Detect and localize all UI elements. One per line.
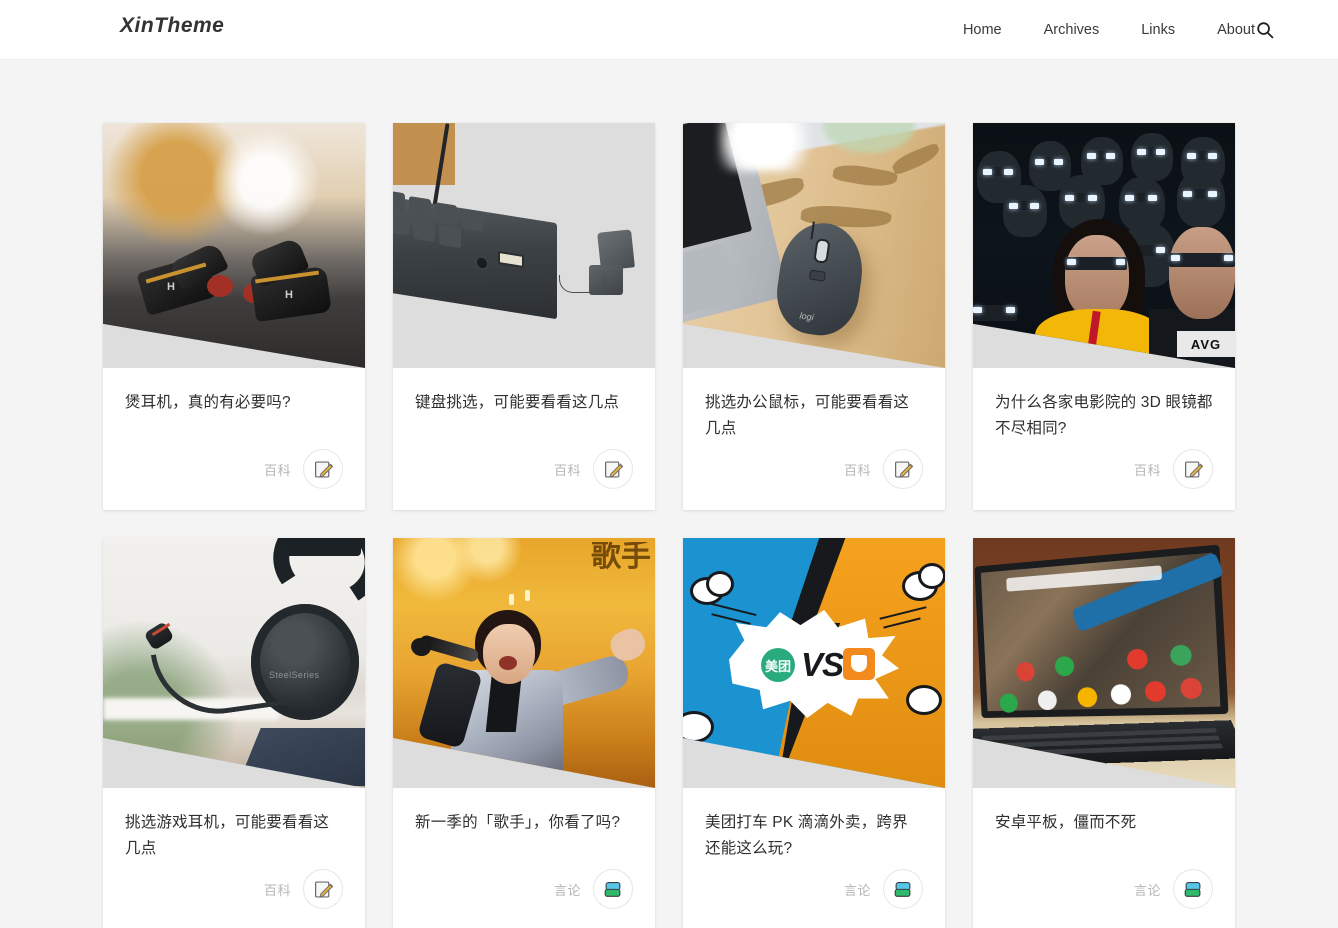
post-category[interactable]: 言论 — [554, 880, 581, 899]
post-card[interactable]: 美团 VS 美团打车 PK 滴滴外卖，跨界还能这么玩? 言论 — [683, 538, 945, 928]
main-content: H H 煲耳机，真的有必要吗? 百科 键盘挑选，可能要看看这几点 百科 logi… — [0, 60, 1338, 928]
post-category[interactable]: 言论 — [844, 880, 871, 899]
singer-stage-photo: 歌手 — [393, 538, 655, 788]
meituan-logo: 美团 — [761, 648, 795, 682]
cinema-audience-photo: AVG — [973, 123, 1235, 368]
android-tablet-photo — [973, 538, 1235, 788]
post-title[interactable]: 美团打车 PK 滴滴外卖，跨界还能这么玩? — [705, 810, 923, 862]
post-body: 美团打车 PK 滴滴外卖，跨界还能这么玩? — [683, 788, 945, 862]
post-body: 挑选游戏耳机，可能要看看这几点 — [103, 788, 365, 862]
speech-bubbles-icon[interactable] — [593, 869, 633, 909]
post-category[interactable]: 言论 — [1134, 880, 1161, 899]
vs-label: VS — [801, 646, 844, 683]
post-category[interactable]: 百科 — [1134, 460, 1161, 479]
post-thumbnail[interactable]: 歌手 — [393, 538, 655, 788]
post-body: 键盘挑选，可能要看看这几点 — [393, 368, 655, 442]
post-footer: 百科 — [683, 442, 945, 510]
post-thumbnail[interactable]: 美团 VS — [683, 538, 945, 788]
post-body: 煲耳机，真的有必要吗? — [103, 368, 365, 442]
post-thumbnail[interactable]: H H — [103, 123, 365, 368]
post-title[interactable]: 安卓平板，僵而不死 — [995, 810, 1213, 836]
post-category[interactable]: 百科 — [554, 460, 581, 479]
post-card[interactable]: AVG 为什么各家电影院的 3D 眼镜都不尽相同? 百科 — [973, 123, 1235, 510]
post-card[interactable]: logi 挑选办公鼠标，可能要看看这几点 百科 — [683, 123, 945, 510]
post-thumbnail[interactable] — [393, 123, 655, 368]
post-thumbnail[interactable]: AVG — [973, 123, 1235, 368]
post-body: 新一季的「歌手」，你看了吗? — [393, 788, 655, 862]
memo-icon[interactable] — [593, 449, 633, 489]
post-title[interactable]: 挑选办公鼠标，可能要看看这几点 — [705, 390, 923, 442]
post-body: 挑选办公鼠标，可能要看看这几点 — [683, 368, 945, 442]
post-grid: H H 煲耳机，真的有必要吗? 百科 键盘挑选，可能要看看这几点 百科 logi… — [103, 123, 1235, 928]
post-thumbnail[interactable]: logi — [683, 123, 945, 368]
memo-icon[interactable] — [303, 869, 343, 909]
post-footer: 百科 — [393, 442, 655, 510]
search-icon[interactable] — [1250, 15, 1280, 45]
post-footer: 言论 — [973, 862, 1235, 928]
memo-icon[interactable] — [1173, 449, 1213, 489]
post-body: 安卓平板，僵而不死 — [973, 788, 1235, 862]
post-footer: 百科 — [973, 442, 1235, 510]
site-logo[interactable]: XinTheme — [120, 14, 224, 38]
post-title[interactable]: 键盘挑选，可能要看看这几点 — [415, 390, 633, 416]
post-title[interactable]: 新一季的「歌手」，你看了吗? — [415, 810, 633, 836]
post-card[interactable]: H H 煲耳机，真的有必要吗? 百科 — [103, 123, 365, 510]
post-thumbnail[interactable]: SteelSeries — [103, 538, 365, 788]
post-footer: 言论 — [683, 862, 945, 928]
post-title[interactable]: 挑选游戏耳机，可能要看看这几点 — [125, 810, 343, 862]
meituan-vs-didi-graphic: 美团 VS — [683, 538, 945, 788]
mouse-photo: logi — [683, 123, 945, 368]
post-card[interactable]: 键盘挑选，可能要看看这几点 百科 — [393, 123, 655, 510]
gaming-headset-photo: SteelSeries — [103, 538, 365, 788]
speech-bubbles-icon[interactable] — [1173, 869, 1213, 909]
post-footer: 言论 — [393, 862, 655, 928]
main-navigation: Home Archives Links About — [942, 0, 1276, 60]
didi-logo — [843, 648, 875, 680]
speech-bubbles-icon[interactable] — [883, 869, 923, 909]
post-footer: 百科 — [103, 442, 365, 510]
post-title[interactable]: 为什么各家电影院的 3D 眼镜都不尽相同? — [995, 390, 1213, 442]
post-category[interactable]: 百科 — [844, 460, 871, 479]
earbuds-photo: H H — [103, 123, 365, 368]
nav-item-links[interactable]: Links — [1120, 0, 1196, 60]
post-category[interactable]: 百科 — [264, 880, 291, 899]
site-header: XinTheme Home Archives Links About — [0, 0, 1338, 60]
memo-icon[interactable] — [883, 449, 923, 489]
post-category[interactable]: 百科 — [264, 460, 291, 479]
post-card[interactable]: 安卓平板，僵而不死 言论 — [973, 538, 1235, 928]
memo-icon[interactable] — [303, 449, 343, 489]
post-body: 为什么各家电影院的 3D 眼镜都不尽相同? — [973, 368, 1235, 442]
post-title[interactable]: 煲耳机，真的有必要吗? — [125, 390, 343, 416]
post-card[interactable]: 歌手 新一季的「歌手」，你看了吗? 言论 — [393, 538, 655, 928]
post-card[interactable]: SteelSeries 挑选游戏耳机，可能要看看这几点 百科 — [103, 538, 365, 928]
nav-item-home[interactable]: Home — [942, 0, 1023, 60]
keyboard-photo — [393, 123, 655, 368]
post-footer: 百科 — [103, 862, 365, 928]
nav-item-archives[interactable]: Archives — [1023, 0, 1121, 60]
post-thumbnail[interactable] — [973, 538, 1235, 788]
